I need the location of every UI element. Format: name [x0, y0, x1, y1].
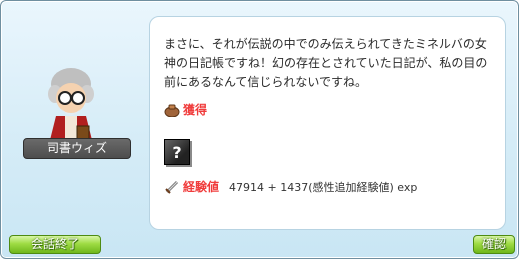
bag-icon — [164, 104, 180, 117]
reward-item-row: ? — [164, 139, 190, 165]
unknown-item-icon[interactable]: ? — [164, 139, 190, 165]
dialog-message: まさに、それが伝説の中でのみ伝えられてきたミネルバの女 神の日記帳ですね！幻の存… — [164, 35, 494, 92]
dialog-content-panel: まさに、それが伝説の中でのみ伝えられてきたミネルバの女 神の日記帳ですね！幻の存… — [149, 16, 506, 230]
message-line: まさに、それが伝説の中でのみ伝えられてきたミネルバの女 — [164, 37, 487, 51]
sword-icon — [165, 180, 179, 194]
npc-name-tag: 司書ウィズ — [23, 138, 131, 159]
confirm-button[interactable]: 確認 — [473, 235, 515, 254]
exp-row: 経験値 47914 + 1437(感性追加経験値) exp — [164, 178, 417, 195]
exp-value: 47914 + 1437(感性追加経験値) exp — [229, 180, 418, 194]
npc-dialog-window: 司書ウィズ まさに、それが伝説の中でのみ伝えられてきたミネルバの女 神の日記帳で… — [0, 0, 519, 259]
end-chat-button[interactable]: 会話終了 — [9, 235, 101, 254]
gain-row: 獲得 — [164, 101, 207, 118]
exp-label: 経験値 — [183, 180, 220, 194]
message-line: 神の日記帳ですね！幻の存在とされていた日記が、私の目の — [164, 56, 488, 70]
message-line: 前にあるなんて信じられないですね。 — [164, 75, 368, 89]
gain-label: 獲得 — [183, 103, 208, 117]
